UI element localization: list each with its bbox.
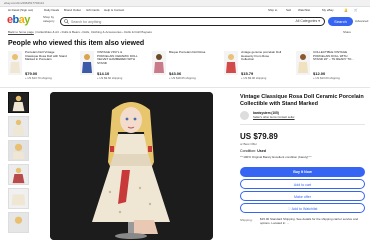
condition-row: Condition: Used (240, 149, 266, 153)
doll-thumbnail-image (9, 93, 28, 112)
browser-address-bar[interactable]: ebay.com/itm/2964517702114 (0, 0, 370, 7)
related-item-title: COLLECTIBLE VINTAGE PORCELAIN DOLL WITH … (313, 50, 354, 62)
search-category-label: All Categories (295, 19, 318, 23)
related-section-title: People who viewed this item also viewed (8, 40, 145, 47)
related-item-card[interactable]: Porcelain Doll Vintage Classique Rosa Do… (8, 50, 67, 83)
greeting-link[interactable]: Hi David (Sign out) (8, 8, 33, 12)
condition-label: Condition: (240, 149, 257, 153)
related-item-shipping: + US $18.65 shipping (169, 76, 196, 80)
brand-outlet-link[interactable]: Brand Outlet (64, 8, 81, 12)
seller-links[interactable]: Seller's other items Contact seller (253, 115, 295, 119)
doll-thumbnail-image (9, 117, 28, 136)
item-price: US $79.89 (240, 132, 278, 141)
search-category-select[interactable]: All Categories ▾ (295, 19, 320, 24)
back-to-home-link[interactable]: Back to home page (8, 30, 34, 34)
doll-thumbnail-image (9, 141, 28, 160)
ebay-logo[interactable]: ebay (7, 14, 30, 26)
shipping-label: Shipping: (240, 218, 253, 222)
doll-thumbnail-image (9, 213, 28, 232)
watchlist-link[interactable]: Watchlist (298, 8, 310, 12)
main-product-image[interactable] (50, 92, 213, 240)
gallery-thumbnail[interactable] (8, 92, 29, 113)
daily-deals-link[interactable]: Daily Deals (44, 8, 59, 12)
related-item-title: Porcelain Doll Vintage Classique Rosa Do… (25, 50, 67, 62)
gift-cards-link[interactable]: Gift Cards (86, 8, 100, 12)
help-contact-link[interactable]: Help & Contact (104, 8, 124, 12)
price-subtext: or Best Offer (240, 142, 257, 146)
shop-by-category-button[interactable]: Shop by category (43, 15, 57, 23)
doll-thumbnail-image (296, 51, 310, 75)
related-item-title: VINTAGE VINYL & PORCELAIN CERAMIC DOLL V… (97, 50, 138, 65)
breadcrumb: Back to home page | Collectibles & Art ›… (8, 30, 351, 34)
related-item-card[interactable]: VINTAGE VINYL & PORCELAIN CERAMIC DOLL V… (80, 50, 138, 83)
ship-to-link[interactable]: Ship to (268, 8, 277, 12)
advanced-search-link[interactable]: Advanced (355, 19, 368, 23)
seller-avatar[interactable] (240, 111, 249, 120)
shipping-value: $15.00 Standard Shipping. See details fo… (260, 217, 359, 225)
divider (240, 124, 365, 125)
my-ebay-link[interactable]: My eBay (322, 8, 334, 12)
logo-letter-y: y (24, 14, 30, 26)
doll-thumbnail-image (80, 51, 94, 75)
search-bar[interactable]: All Categories ▾ (60, 17, 325, 26)
doll-thumbnail-image (224, 51, 238, 75)
top-links-bar: Hi David (Sign out) Daily Deals Brand Ou… (0, 7, 370, 14)
doll-thumbnail-image (9, 189, 28, 208)
notification-bell-icon[interactable]: 🔔 (344, 8, 348, 12)
section-divider (0, 87, 370, 88)
doll-thumbnail-image (9, 165, 28, 184)
related-item-card[interactable]: Bisque Porcelain Doll Rosa $43.06 + US $… (152, 50, 210, 83)
listing-title: Vintage Classique Rosa Doll Ceramic Porc… (240, 94, 364, 107)
add-to-cart-button[interactable]: Add to cart (240, 179, 365, 189)
related-item-title: vintage genuine porcelain Doll Heavenly … (241, 50, 282, 62)
gallery-thumbnail[interactable] (8, 140, 29, 161)
condition-description: """100% Original Barely Excellent condit… (240, 155, 312, 159)
search-input[interactable] (71, 18, 271, 25)
related-item-shipping: + US $9.90 shipping (241, 76, 267, 80)
search-button[interactable]: Search (328, 17, 353, 26)
share-link[interactable]: Share (343, 30, 351, 34)
related-item-shipping: + US $13.70 shipping (25, 76, 52, 80)
related-item-shipping: + US $9.60 shipping (97, 76, 123, 80)
cart-icon[interactable]: 🛒 (354, 8, 358, 12)
search-icon (64, 19, 69, 24)
gallery-thumbnail[interactable] (8, 116, 29, 137)
doll-thumbnail-image (8, 51, 22, 75)
sell-link[interactable]: Sell (286, 8, 291, 12)
browser-url: ebay.com/itm/2964517702114 (4, 1, 44, 5)
related-item-shipping: + US $13.00 shipping (313, 76, 340, 80)
related-item-card[interactable]: COLLECTIBLE VINTAGE PORCELAIN DOLL WITH … (296, 50, 354, 83)
gallery-thumbnail[interactable] (8, 212, 29, 233)
chevron-down-icon: ▾ (318, 19, 320, 23)
buy-it-now-button[interactable]: Buy It Now (240, 167, 365, 177)
breadcrumb-trail[interactable]: Collectibles & Art › Dolls & Bears › Dol… (36, 30, 152, 34)
condition-value: Used (257, 149, 266, 153)
gallery-thumbnail[interactable] (8, 164, 29, 185)
related-item-card[interactable]: vintage genuine porcelain Doll Heavenly … (224, 50, 282, 83)
add-to-watchlist-button[interactable]: ♡ Add to Watchlist (240, 203, 365, 213)
gallery-thumbnail[interactable] (8, 188, 29, 209)
doll-photo (50, 92, 213, 240)
doll-thumbnail-image (152, 51, 166, 75)
related-item-title: Bisque Porcelain Doll Rosa (169, 50, 206, 54)
make-offer-button[interactable]: Make offer (240, 191, 365, 201)
